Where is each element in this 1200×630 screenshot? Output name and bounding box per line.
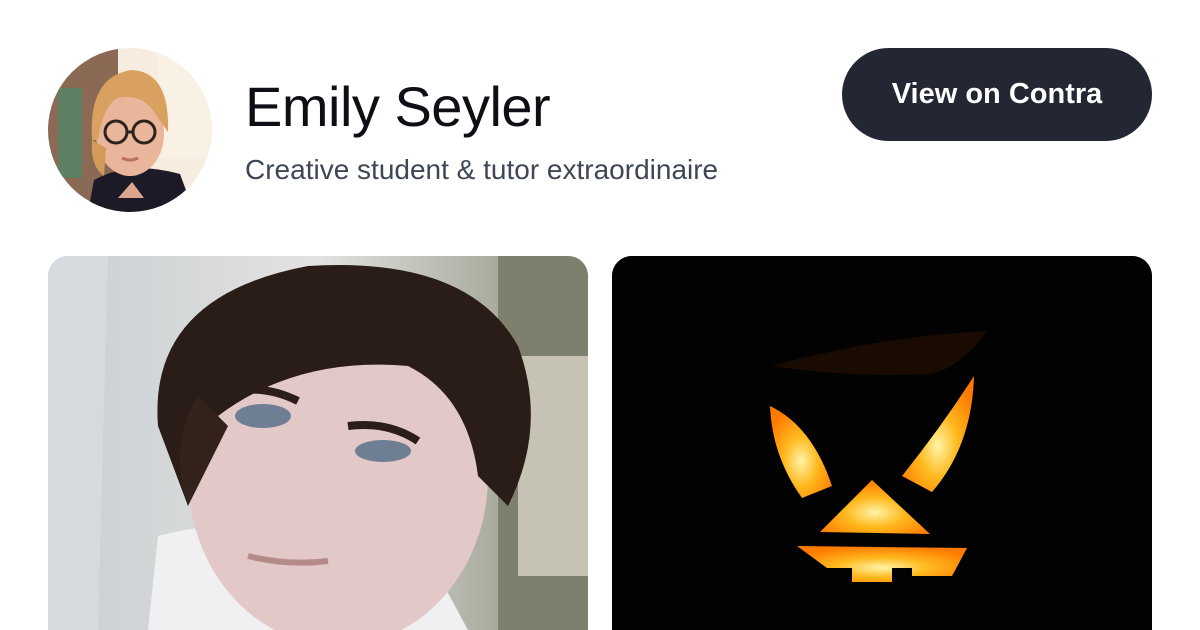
profile-name: Emily Seyler — [245, 75, 551, 138]
portrait-photo-icon — [48, 256, 588, 630]
portfolio-item[interactable] — [48, 256, 588, 630]
profile-photo-icon — [48, 48, 212, 212]
profile-tagline: Creative student & tutor extraordinaire — [245, 154, 719, 185]
portfolio-item[interactable] — [612, 256, 1152, 630]
jack-o-lantern-photo-icon — [612, 256, 1152, 630]
view-on-contra-button[interactable]: View on Contra — [842, 48, 1152, 141]
avatar — [48, 48, 212, 212]
